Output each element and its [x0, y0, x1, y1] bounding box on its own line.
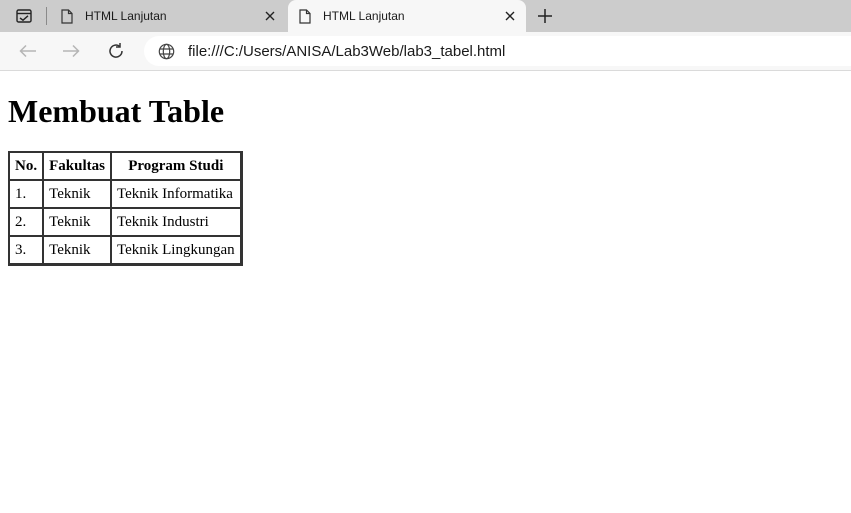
tab-separator: [46, 7, 47, 25]
close-icon[interactable]: [260, 6, 280, 26]
document-icon: [297, 8, 313, 24]
navigation-toolbar: file:///C:/Users/ANISA/Lab3Web/lab3_tabe…: [0, 32, 851, 71]
table-cell: Teknik: [43, 208, 111, 236]
globe-icon[interactable]: [157, 42, 175, 60]
tab-inactive[interactable]: HTML Lanjutan: [50, 0, 286, 32]
arrow-left-icon[interactable]: [18, 41, 38, 61]
page-content: Membuat Table No. Fakultas Program Studi…: [0, 71, 851, 513]
arrow-right-icon[interactable]: [61, 41, 81, 61]
table-cell: Teknik Industri: [110, 208, 241, 236]
tab-title: HTML Lanjutan: [85, 9, 167, 23]
table-header-row: No. Fakultas Program Studi: [9, 152, 241, 180]
close-icon[interactable]: [500, 6, 520, 26]
table-cell: 1.: [9, 180, 44, 208]
table-row: 3. Teknik Teknik Lingkungan: [9, 236, 241, 264]
table-cell: 2.: [9, 208, 44, 236]
refresh-icon[interactable]: [106, 41, 126, 61]
document-icon: [59, 8, 75, 24]
table-row: 1. Teknik Teknik Informatika: [9, 180, 241, 208]
tab-active[interactable]: HTML Lanjutan: [288, 0, 526, 32]
tab-title: HTML Lanjutan: [323, 9, 405, 23]
table-cell: Teknik Lingkungan: [110, 236, 241, 264]
url-text[interactable]: file:///C:/Users/ANISA/Lab3Web/lab3_tabe…: [188, 43, 505, 60]
table-cell: Teknik Informatika: [110, 180, 241, 208]
column-header: Program Studi: [110, 152, 241, 180]
tab-actions-icon[interactable]: [13, 7, 35, 25]
plus-icon[interactable]: [534, 5, 556, 27]
column-header: Fakultas: [43, 152, 111, 180]
data-table: No. Fakultas Program Studi 1. Teknik Tek…: [8, 151, 243, 266]
table-cell: Teknik: [43, 236, 111, 264]
tab-strip: HTML Lanjutan HTML Lanjutan: [0, 0, 851, 32]
column-header: No.: [9, 152, 44, 180]
browser-window: HTML Lanjutan HTML Lanjutan file:///C:/U…: [0, 0, 851, 513]
address-bar[interactable]: file:///C:/Users/ANISA/Lab3Web/lab3_tabe…: [144, 36, 851, 66]
table-cell: 3.: [9, 236, 44, 264]
table-cell: Teknik: [43, 180, 111, 208]
table-row: 2. Teknik Teknik Industri: [9, 208, 241, 236]
page-title: Membuat Table: [8, 93, 225, 129]
